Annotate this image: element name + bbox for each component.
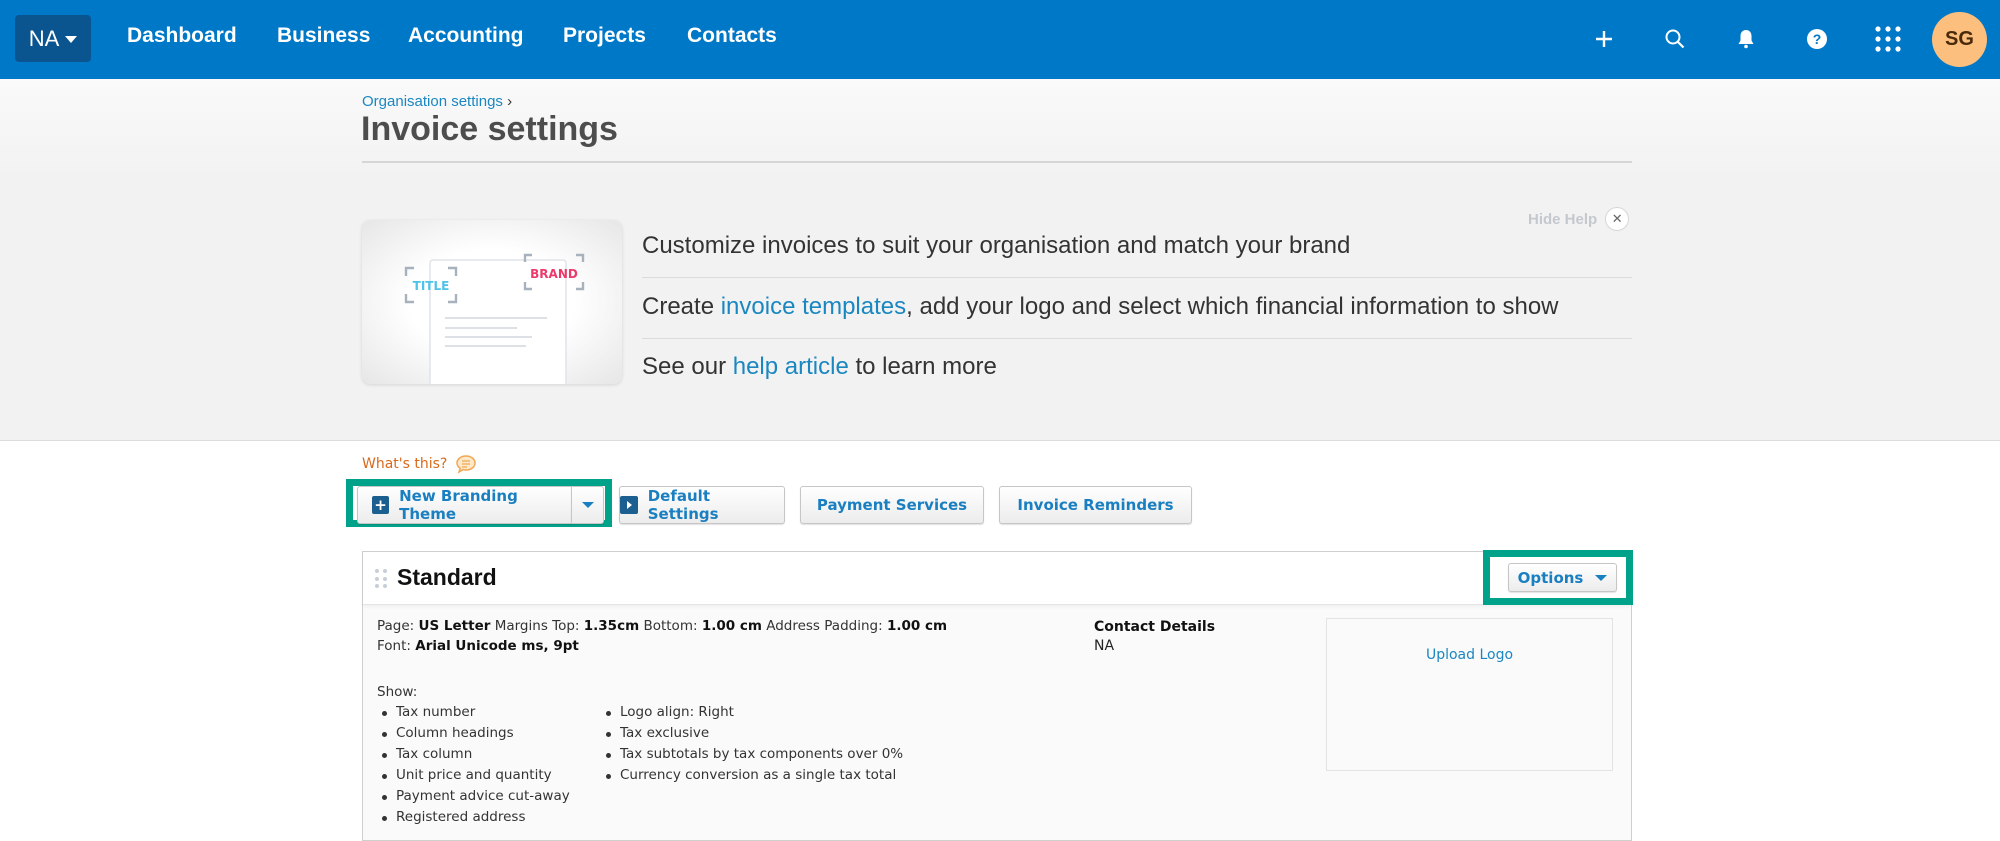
- nav-dashboard[interactable]: Dashboard: [127, 24, 237, 48]
- breadcrumb-separator: ›: [507, 93, 513, 110]
- hide-help-button[interactable]: Hide Help ✕: [1528, 207, 1630, 231]
- payment-services-button[interactable]: Payment Services: [800, 486, 984, 524]
- plus-square-icon: +: [372, 496, 390, 514]
- whats-this-link[interactable]: What's this?: [362, 454, 477, 474]
- label: Page:: [377, 618, 415, 634]
- upload-logo-link[interactable]: Upload Logo: [1327, 647, 1612, 663]
- help-line-customize: Customize invoices to suit your organisa…: [642, 232, 1351, 259]
- contact-details-value: NA: [1094, 638, 1115, 654]
- help-text: See our: [642, 353, 733, 380]
- page-settings-line: Page: US Letter Margins Top: 1.35cm Bott…: [377, 618, 947, 634]
- nav-projects[interactable]: Projects: [563, 24, 646, 48]
- address-padding-value: 1.00 cm: [886, 618, 948, 634]
- illustration-brand-label: BRAND: [530, 267, 578, 281]
- list-item: Tax column: [377, 744, 570, 765]
- label: Font:: [377, 638, 411, 654]
- show-options-list-2: Logo align: Right Tax exclusive Tax subt…: [601, 702, 903, 786]
- bell-icon[interactable]: [1729, 22, 1763, 56]
- svg-text:?: ?: [1813, 31, 1822, 47]
- theme-header: Standard: [363, 552, 1631, 605]
- apps-grid-icon[interactable]: [1871, 22, 1905, 56]
- list-item: Unit price and quantity: [377, 765, 570, 786]
- list-item: Currency conversion as a single tax tota…: [601, 765, 903, 786]
- page-size-value: US Letter: [418, 618, 491, 634]
- list-item: Logo align: Right: [601, 702, 903, 723]
- caret-down-icon: [1595, 574, 1608, 581]
- help-text: to learn more: [848, 353, 997, 380]
- list-item: Tax number: [377, 702, 570, 723]
- plus-icon[interactable]: [1587, 22, 1621, 56]
- page-title: Invoice settings: [361, 110, 618, 148]
- show-label: Show:: [377, 684, 418, 700]
- breadcrumb: Organisation settings ›: [362, 93, 512, 110]
- help-divider: [642, 277, 1632, 278]
- top-navigation-bar: NA Dashboard Business Accounting Project…: [0, 0, 2000, 79]
- label: Bottom:: [643, 618, 698, 634]
- invoice-reminders-button[interactable]: Invoice Reminders: [999, 486, 1192, 524]
- list-item: Registered address: [377, 807, 570, 828]
- caret-down-icon: [581, 502, 594, 508]
- contact-details-heading: Contact Details: [1094, 619, 1216, 635]
- close-icon: ✕: [1605, 207, 1630, 231]
- new-branding-theme-label: New Branding Theme: [399, 487, 518, 523]
- help-text: , add your logo and select which financi…: [906, 293, 1559, 320]
- new-branding-theme-dropdown[interactable]: [571, 486, 604, 524]
- organisation-label: NA: [28, 25, 60, 51]
- list-item: Column headings: [377, 723, 570, 744]
- breadcrumb-organisation-settings[interactable]: Organisation settings: [362, 93, 503, 110]
- margin-top-value: 1.35cm: [583, 618, 640, 634]
- caret-down-icon: [65, 36, 78, 43]
- options-button[interactable]: Options: [1508, 563, 1617, 592]
- label: Margins Top:: [494, 618, 580, 634]
- whats-this-label: What's this?: [362, 456, 448, 472]
- search-icon[interactable]: [1658, 22, 1692, 56]
- hide-help-label: Hide Help: [1528, 210, 1598, 228]
- default-settings-button[interactable]: Default Settings: [619, 486, 785, 524]
- illustration-title-label: TITLE: [413, 279, 450, 293]
- play-square-icon: [620, 496, 638, 514]
- title-divider: [362, 161, 1632, 163]
- help-divider: [642, 338, 1632, 339]
- branding-theme-panel: Standard Page: US Letter Margins Top: 1.…: [362, 551, 1632, 841]
- help-article-link[interactable]: help article: [733, 353, 849, 380]
- list-item: Tax subtotals by tax components over 0%: [601, 744, 903, 765]
- margin-bottom-value: 1.00 cm: [701, 618, 762, 634]
- invoice-reminders-label: Invoice Reminders: [1017, 496, 1174, 514]
- drag-handle-icon[interactable]: [375, 569, 387, 589]
- font-value: Arial Unicode ms, 9pt: [415, 638, 579, 654]
- show-options-list-1: Tax number Column headings Tax column Un…: [377, 702, 570, 828]
- organisation-switcher[interactable]: NA: [15, 15, 91, 62]
- help-line-templates: Create invoice templates, add your logo …: [642, 293, 1559, 321]
- theme-name: Standard: [397, 564, 497, 590]
- help-illustration: TITLE BRAND: [362, 220, 622, 384]
- invoice-templates-link[interactable]: invoice templates: [721, 293, 906, 320]
- nav-accounting[interactable]: Accounting: [408, 24, 524, 48]
- new-branding-theme-button[interactable]: + New Branding Theme: [357, 486, 572, 524]
- nav-business[interactable]: Business: [277, 24, 370, 48]
- nav-contacts[interactable]: Contacts: [687, 24, 777, 48]
- payment-services-label: Payment Services: [816, 496, 968, 514]
- font-settings-line: Font: Arial Unicode ms, 9pt: [377, 638, 579, 654]
- list-item: Tax exclusive: [601, 723, 903, 744]
- label: Address Padding:: [766, 618, 883, 634]
- default-settings-label: Default Settings: [647, 487, 719, 523]
- options-label: Options: [1517, 568, 1584, 587]
- help-text: Create: [642, 293, 721, 320]
- user-avatar[interactable]: SG: [1932, 12, 1987, 67]
- list-item: Payment advice cut-away: [377, 786, 570, 807]
- logo-upload-area: Upload Logo: [1326, 618, 1613, 771]
- speech-bubble-icon: [456, 455, 477, 474]
- help-line-article: See our help article to learn more: [642, 353, 997, 381]
- help-icon[interactable]: ?: [1800, 22, 1834, 56]
- header-help-area: [0, 79, 2000, 441]
